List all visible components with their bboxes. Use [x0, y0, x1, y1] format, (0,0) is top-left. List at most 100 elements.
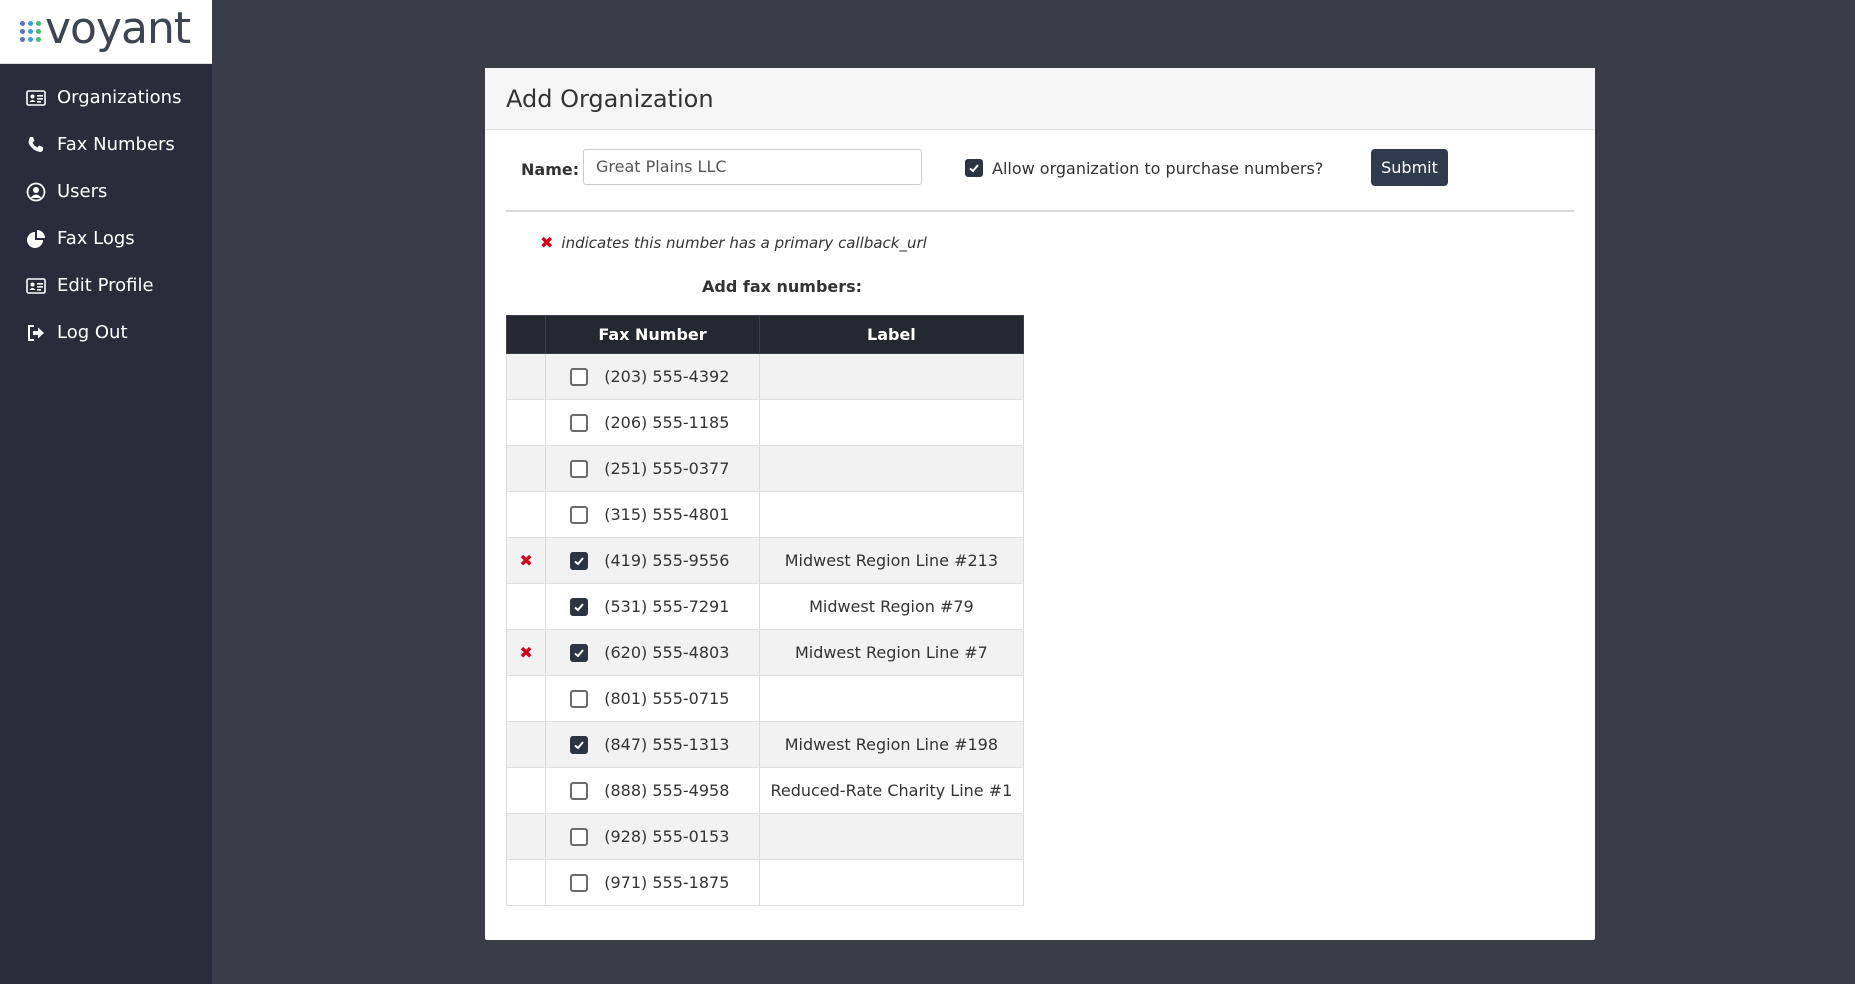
fax-number-checkbox[interactable] [570, 735, 589, 754]
fax-number-cell: (620) 555-4803 [545, 629, 760, 676]
fax-label-cell: Midwest Region Line #198 [758, 721, 1025, 768]
table-row[interactable]: (531) 555-7291 Midwest Region #79 [505, 583, 1025, 630]
fax-number-checkbox[interactable] [570, 367, 589, 386]
flag-cell [505, 491, 547, 538]
sidebar-item-edit-profile[interactable]: Edit Profile [0, 262, 212, 309]
sign-out-icon [25, 322, 47, 344]
fax-number-text: (971) 555-1875 [604, 873, 730, 892]
table-row[interactable]: (928) 555-0153 [505, 813, 1025, 860]
fax-table-body: (203) 555-4392 (206) 555-1185 (251) 555-03… [505, 353, 1025, 906]
fax-number-cell: (315) 555-4801 [545, 491, 760, 538]
phone-icon [25, 134, 47, 156]
fax-number-checkbox[interactable] [570, 689, 589, 708]
fax-label-cell [758, 353, 1025, 400]
sidebar-item-label: Fax Numbers [57, 134, 175, 155]
fax-number-text: (847) 555-1313 [604, 735, 730, 754]
checkmark-icon [969, 164, 979, 173]
table-row[interactable]: ✖ (419) 555-9556 Midwest Region Line #213 [505, 537, 1025, 584]
fax-label-cell: Midwest Region Line #213 [758, 537, 1025, 584]
fax-label-cell [758, 675, 1025, 722]
fax-numbers-table: Fax Number Label (203) 555-4392 (206) 555… [505, 315, 1025, 906]
callback-x-icon: ✖ [519, 551, 533, 570]
table-row[interactable]: (801) 555-0715 [505, 675, 1025, 722]
fax-number-text: (531) 555-7291 [604, 597, 730, 616]
flag-cell [505, 813, 547, 860]
sidebar-item-organizations[interactable]: Organizations [0, 74, 212, 121]
checkmark-icon [574, 740, 585, 749]
checkmark-icon [574, 648, 585, 657]
name-input[interactable]: Great Plains LLC [583, 149, 922, 185]
table-row[interactable]: (888) 555-4958 Reduced-Rate Charity Line … [505, 767, 1025, 814]
fax-number-checkbox[interactable] [570, 459, 589, 478]
name-label: Name: [521, 160, 580, 179]
table-header-row: Fax Number Label [505, 315, 1025, 354]
allow-purchase-checkbox[interactable] [965, 159, 983, 177]
sidebar-item-fax-numbers[interactable]: Fax Numbers [0, 121, 212, 168]
flag-cell: ✖ [505, 629, 547, 676]
sidebar-item-log-out[interactable]: Log Out [0, 309, 212, 356]
table-row[interactable]: (206) 555-1185 [505, 399, 1025, 446]
fax-number-cell: (847) 555-1313 [545, 721, 760, 768]
fax-number-checkbox[interactable] [570, 551, 589, 570]
pie-chart-icon [25, 228, 47, 250]
submit-button[interactable]: Submit [1371, 149, 1448, 186]
flag-cell [505, 721, 547, 768]
flag-cell [505, 399, 547, 446]
fax-label-cell [758, 859, 1025, 906]
fax-label-cell: Midwest Region Line #7 [758, 629, 1025, 676]
fax-number-checkbox[interactable] [570, 873, 589, 892]
table-row[interactable]: (315) 555-4801 [505, 491, 1025, 538]
fax-number-cell: (206) 555-1185 [545, 399, 760, 446]
sidebar-nav: Organizations Fax Numbers Users Fax Logs… [0, 74, 212, 356]
fax-number-text: (206) 555-1185 [604, 413, 730, 432]
table-row[interactable]: (251) 555-0377 [505, 445, 1025, 492]
fax-number-cell: (971) 555-1875 [545, 859, 760, 906]
logo-dots-icon [20, 21, 41, 42]
fax-label-cell: Reduced-Rate Charity Line #1 [758, 767, 1025, 814]
fax-number-text: (203) 555-4392 [604, 367, 730, 386]
table-row[interactable]: (971) 555-1875 [505, 859, 1025, 906]
fax-number-checkbox[interactable] [570, 505, 589, 524]
fax-number-text: (251) 555-0377 [604, 459, 730, 478]
flag-cell [505, 583, 547, 630]
table-row[interactable]: ✖ (620) 555-4803 Midwest Region Line #7 [505, 629, 1025, 676]
fax-number-cell: (928) 555-0153 [545, 813, 760, 860]
column-header-fax-number: Fax Number [545, 315, 760, 354]
fax-number-checkbox[interactable] [570, 597, 589, 616]
table-row[interactable]: (847) 555-1313 Midwest Region Line #198 [505, 721, 1025, 768]
fax-number-text: (315) 555-4801 [604, 505, 730, 524]
flag-cell [505, 445, 547, 492]
sidebar-item-label: Users [57, 181, 108, 202]
sidebar-item-label: Log Out [57, 322, 128, 343]
flag-cell [505, 353, 547, 400]
callback-x-icon: ✖ [540, 233, 554, 252]
fax-number-cell: (801) 555-0715 [545, 675, 760, 722]
table-row[interactable]: (203) 555-4392 [505, 353, 1025, 400]
add-organization-card: Add Organization Name: Great Plains LLC … [485, 68, 1595, 940]
fax-number-text: (928) 555-0153 [604, 827, 730, 846]
flag-cell [505, 767, 547, 814]
fax-number-checkbox[interactable] [570, 827, 589, 846]
fax-label-cell [758, 445, 1025, 492]
fax-number-cell: (251) 555-0377 [545, 445, 760, 492]
fax-number-text: (419) 555-9556 [604, 551, 730, 570]
fax-number-checkbox[interactable] [570, 643, 589, 662]
fax-label-cell [758, 399, 1025, 446]
callback-x-icon: ✖ [519, 643, 533, 662]
fax-number-text: (888) 555-4958 [604, 781, 730, 800]
flag-cell: ✖ [505, 537, 547, 584]
callback-legend: ✖ indicates this number has a primary ca… [540, 233, 927, 252]
sidebar-item-users[interactable]: Users [0, 168, 212, 215]
logo-text: voyant [45, 2, 191, 54]
fax-number-text: (801) 555-0715 [604, 689, 730, 708]
organization-form: Name: Great Plains LLC Allow organizatio… [506, 130, 1574, 212]
fax-number-checkbox[interactable] [570, 413, 589, 432]
fax-label-cell [758, 813, 1025, 860]
fax-number-cell: (888) 555-4958 [545, 767, 760, 814]
logo[interactable]: voyant [0, 0, 212, 64]
fax-number-checkbox[interactable] [570, 781, 589, 800]
sidebar-item-fax-logs[interactable]: Fax Logs [0, 215, 212, 262]
fax-label-cell: Midwest Region #79 [758, 583, 1025, 630]
column-header-flag [505, 315, 547, 354]
fax-number-cell: (203) 555-4392 [545, 353, 760, 400]
